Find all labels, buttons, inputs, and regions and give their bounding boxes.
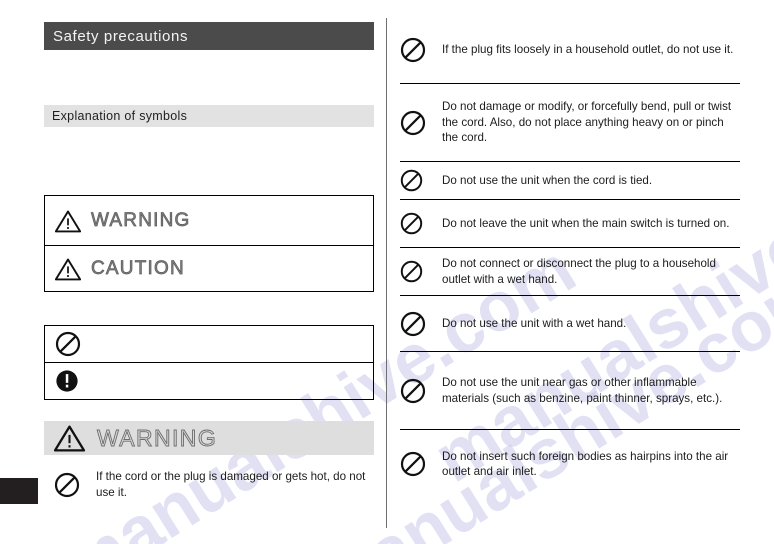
left-column: Safety precautions Explanation of symbol…: [44, 0, 376, 544]
prohibition-icon: [400, 110, 442, 136]
warning-triangle-icon: [55, 209, 81, 233]
instruction-text: Do not use the unit near gas or other in…: [442, 376, 723, 405]
instruction-text: Do not insert such foreign bodies as hai…: [442, 449, 729, 479]
hazard-level-row: CAUTION: [45, 246, 373, 292]
symbol-legend-row: [45, 363, 373, 400]
prohibition-icon: [400, 37, 442, 63]
prohibition-icon: [54, 472, 96, 498]
page-edge-tab: [0, 478, 38, 504]
instruction-text: Do not connect or disconnect the plug to…: [442, 257, 716, 286]
instruction-text: Do not use the unit with a wet hand.: [442, 316, 627, 330]
instruction-item: If the plug fits loosely in a household …: [400, 16, 740, 84]
instruction-text: Do not damage or modify, or forcefully b…: [442, 100, 732, 145]
mandatory-action-icon: [55, 369, 79, 393]
symbol-legend-table: [44, 325, 374, 400]
right-instruction-list: If the plug fits loosely in a household …: [400, 16, 740, 498]
instruction-item: Do not use the unit when the cord is tie…: [400, 162, 740, 200]
instruction-item: Do not leave the unit when the main swit…: [400, 200, 740, 248]
instruction-item: Do not use the unit with a wet hand.: [400, 296, 740, 352]
hazard-level-row: WARNING: [45, 196, 373, 246]
page-title: Safety precautions: [53, 27, 189, 45]
warning-banner-label: WARNING: [97, 424, 218, 451]
instruction-item: Do not insert such foreign bodies as hai…: [400, 430, 740, 498]
prohibition-icon: [400, 311, 442, 337]
section-title: Explanation of symbols: [52, 109, 188, 123]
prohibition-icon: [400, 378, 442, 404]
prohibition-icon: [400, 169, 442, 192]
instruction-item: If the cord or the plug is damaged or ge…: [54, 462, 374, 507]
instruction-item: Do not connect or disconnect the plug to…: [400, 248, 740, 296]
manual-page: Safety precautions Explanation of symbol…: [0, 0, 774, 544]
section-title-bar: Explanation of symbols: [44, 105, 374, 127]
symbol-legend-row: [45, 326, 373, 363]
prohibition-icon: [400, 451, 442, 477]
warning-triangle-icon: [55, 257, 81, 281]
warning-triangle-icon: [54, 424, 85, 452]
hazard-level-label: WARNING: [91, 209, 191, 231]
warning-banner: WARNING: [44, 421, 374, 455]
instruction-text: Do not use the unit when the cord is tie…: [442, 173, 653, 187]
left-instruction-list: If the cord or the plug is damaged or ge…: [54, 462, 374, 507]
hazard-level-table: WARNING CAUTION: [44, 195, 374, 292]
instruction-item: Do not use the unit near gas or other in…: [400, 352, 740, 430]
instruction-text: Do not leave the unit when the main swit…: [442, 216, 730, 230]
instruction-item: Do not damage or modify, or forcefully b…: [400, 84, 740, 162]
column-divider: [386, 18, 387, 528]
instruction-text: If the plug fits loosely in a household …: [442, 42, 734, 56]
chapter-title-bar: Safety precautions: [44, 22, 374, 50]
instruction-text: If the cord or the plug is damaged or ge…: [96, 470, 366, 499]
prohibition-icon: [400, 212, 442, 235]
prohibition-icon: [55, 331, 81, 357]
hazard-level-label: CAUTION: [91, 257, 185, 279]
prohibition-icon: [400, 260, 442, 283]
